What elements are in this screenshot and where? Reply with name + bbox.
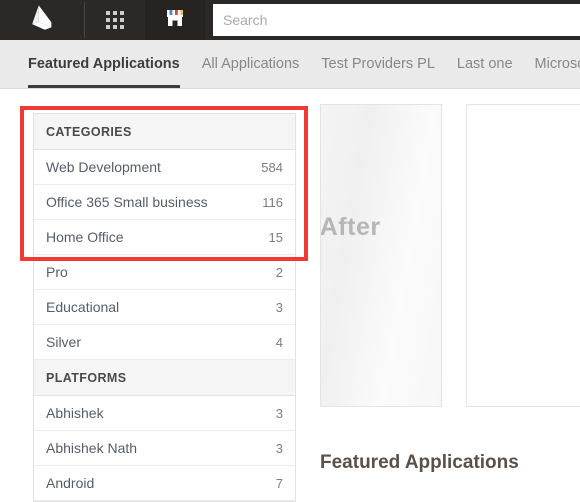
search-input[interactable]	[213, 4, 580, 36]
facet-header-categories: CATEGORIES	[34, 114, 295, 150]
appsource-store-button[interactable]	[145, 0, 205, 40]
featured-applications-heading: Featured Applications	[320, 452, 519, 473]
facet-item-home-office[interactable]: Home Office 15	[34, 220, 295, 255]
facet-label: Educational	[46, 299, 120, 315]
tab-bar: Featured Applications All Applications T…	[0, 40, 580, 89]
app-launcher-button[interactable]	[85, 0, 145, 40]
top-navigation-bar	[0, 0, 580, 40]
facet-count: 3	[275, 405, 283, 421]
facet-label: Abhishek Nath	[46, 440, 138, 456]
facet-item-android[interactable]: Android 7	[34, 466, 295, 501]
tab-all-applications[interactable]: All Applications	[202, 56, 300, 88]
facet-item-abhishek-nath[interactable]: Abhishek Nath 3	[34, 431, 295, 466]
facet-item-silver[interactable]: Silver 4	[34, 325, 295, 360]
main-content: CATEGORIES Web Development 584 Office 36…	[0, 90, 580, 502]
facet-count: 7	[275, 475, 283, 491]
facet-count: 584	[261, 159, 283, 175]
facet-item-abhishek[interactable]: Abhishek 3	[34, 396, 295, 431]
appsource-storefront-icon	[163, 6, 187, 35]
facet-count: 3	[275, 440, 283, 456]
tab-last-one[interactable]: Last one	[457, 56, 513, 88]
search-container	[205, 0, 580, 40]
facet-count: 116	[262, 194, 283, 210]
facet-label: Web Development	[46, 159, 161, 175]
facet-item-pro[interactable]: Pro 2	[34, 255, 295, 290]
hero-card-left[interactable]: r After	[320, 104, 442, 407]
facet-label: Pro	[46, 264, 68, 280]
facet-item-educational[interactable]: Educational 3	[34, 290, 295, 325]
facet-item-office-365-small-business[interactable]: Office 365 Small business 116	[34, 185, 295, 220]
tab-test-providers-pl[interactable]: Test Providers PL	[321, 56, 435, 88]
facet-label: Silver	[46, 334, 82, 350]
tab-featured-applications[interactable]: Featured Applications	[28, 56, 180, 88]
dynamics-365-logo-button[interactable]	[0, 0, 84, 40]
facet-header-platforms: PLATFORMS	[34, 360, 295, 396]
facet-item-web-development[interactable]: Web Development 584	[34, 150, 295, 185]
facet-label: Abhishek	[46, 405, 104, 421]
hero-card-left-text: r After	[320, 213, 381, 241]
hero-card-right[interactable]	[466, 104, 580, 407]
facet-count: 3	[275, 299, 283, 315]
facet-label: Android	[46, 475, 95, 491]
facet-count: 2	[275, 264, 283, 280]
facet-count: 15	[268, 229, 283, 245]
tab-microsoft[interactable]: Microsoft	[535, 56, 580, 88]
facet-label: Office 365 Small business	[46, 194, 208, 210]
facet-count: 4	[275, 334, 283, 350]
dynamics-365-logo-icon	[27, 3, 57, 38]
facet-label: Home Office	[46, 229, 124, 245]
app-launcher-grid-icon	[106, 11, 124, 29]
facet-sidebar: CATEGORIES Web Development 584 Office 36…	[33, 113, 296, 502]
